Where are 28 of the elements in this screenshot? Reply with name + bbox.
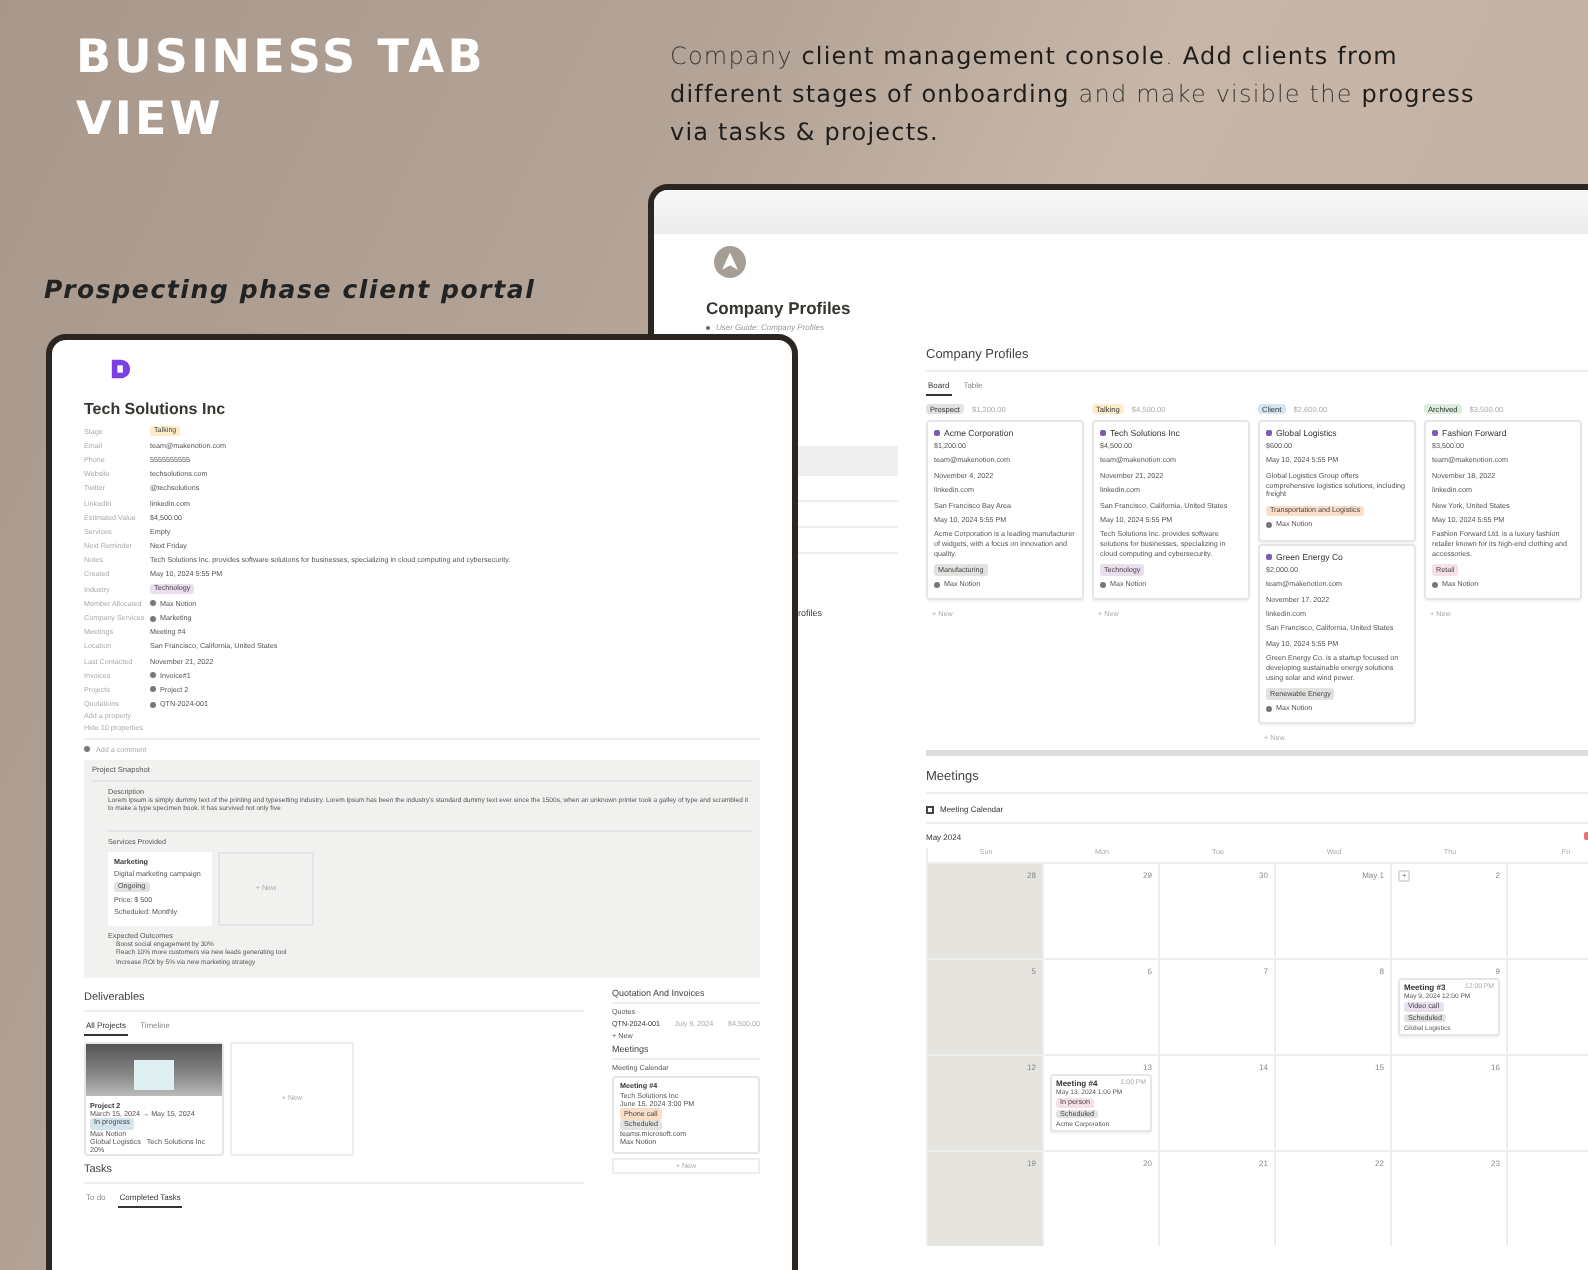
company-card[interactable] xyxy=(1424,420,1582,601)
page-icon xyxy=(150,701,156,708)
person-icon xyxy=(1432,581,1438,588)
person-icon xyxy=(1100,581,1106,588)
page-icon xyxy=(150,600,156,607)
company-icon xyxy=(1100,430,1106,436)
page-icon xyxy=(150,615,156,622)
person-icon xyxy=(1266,705,1272,712)
banner-tagline: Company client management console. Add clients from different stages of onboarding and make visible the progress via tasks & projects. xyxy=(670,40,1477,150)
sidebar-highlight xyxy=(794,446,898,476)
banner-title: BUSINESS TAB VIEW xyxy=(76,30,488,150)
company-card[interactable] xyxy=(1258,543,1416,725)
person-icon xyxy=(1266,522,1272,529)
page-title: Company Profiles xyxy=(706,298,853,318)
calendar-icon xyxy=(926,805,934,814)
company-card[interactable] xyxy=(1092,420,1250,601)
banner-subtitle: Prospecting phase client portal xyxy=(44,274,536,304)
company-icon xyxy=(1266,553,1272,560)
logo-icon xyxy=(714,246,746,278)
company-icon xyxy=(1266,430,1272,436)
avatar-icon xyxy=(84,746,90,753)
company-icon xyxy=(1432,430,1438,436)
company-card[interactable] xyxy=(926,420,1084,601)
person-icon xyxy=(934,581,940,588)
company-icon xyxy=(934,430,940,436)
logo-icon xyxy=(110,358,132,380)
project-cover-image xyxy=(86,1043,222,1095)
page-title: Tech Solutions Inc xyxy=(84,400,228,418)
